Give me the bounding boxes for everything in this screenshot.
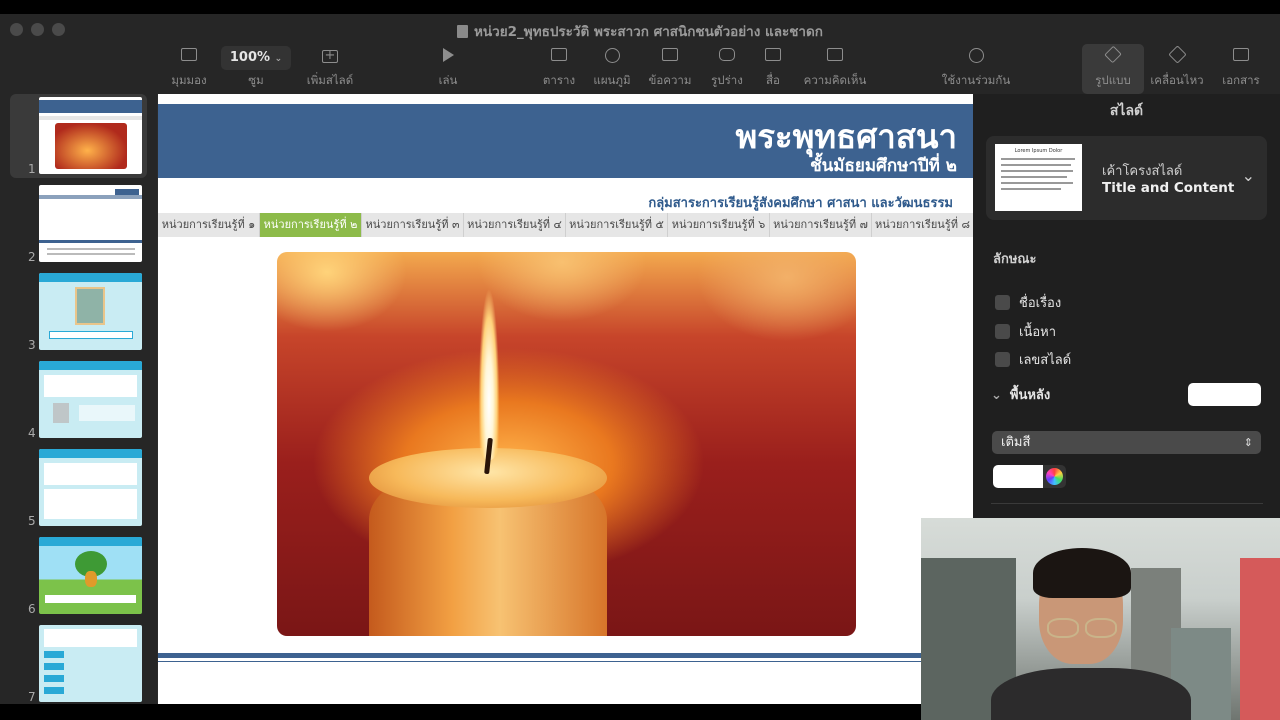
- chevron-down-icon: ⌄: [274, 54, 283, 64]
- paintbrush-icon: [1104, 45, 1122, 64]
- slide-thumbnail-2[interactable]: 2: [10, 182, 147, 266]
- window-title: หน่วย2_พุทธประวัติ พระสาวก ศาสนิกชนตัวอย…: [0, 20, 1280, 42]
- shape-button[interactable]: รูปร่าง: [706, 48, 748, 90]
- chevron-down-icon: ⌄: [991, 388, 1002, 403]
- slide-number-checkbox-row[interactable]: เลขสไลด์: [995, 349, 1071, 370]
- unit-tab-1[interactable]: หน่วยการเรียนรู้ที่ ๑: [158, 213, 260, 237]
- slide-preview: [39, 625, 142, 702]
- body-checkbox-row[interactable]: เนื้อหา: [995, 321, 1056, 342]
- webcam-overlay: [921, 518, 1280, 720]
- document-panel-icon: [1233, 48, 1249, 61]
- unit-tab-5[interactable]: หน่วยการเรียนรู้ที่ ๕: [566, 213, 668, 237]
- shape-icon: [719, 48, 735, 61]
- unit-tab-7[interactable]: หน่วยการเรียนรู้ที่ ๗: [770, 213, 872, 237]
- unit-tab-2[interactable]: หน่วยการเรียนรู้ที่ ๒: [260, 213, 362, 237]
- plus-square-icon: +: [322, 49, 338, 63]
- document-icon: [457, 25, 469, 38]
- slide-number-checkbox[interactable]: [995, 352, 1010, 367]
- unit-tab-3[interactable]: หน่วยการเรียนรู้ที่ ๓: [362, 213, 464, 237]
- view-button[interactable]: มุมมอง: [168, 48, 210, 90]
- collaborate-button[interactable]: ใช้งานร่วมกัน: [940, 48, 1012, 90]
- slide-thumbnail-4[interactable]: 4: [10, 358, 147, 442]
- color-wheel-icon: [1046, 468, 1063, 485]
- up-down-chevron-icon: ⇕: [1243, 436, 1253, 449]
- comment-icon: [827, 48, 843, 61]
- play-button[interactable]: เล่น: [430, 48, 466, 90]
- add-slide-button[interactable]: + เพิ่มสไลด์: [302, 48, 358, 90]
- animate-button[interactable]: เคลื่อนไหว: [1148, 45, 1206, 90]
- zoom-button[interactable]: 100% ⌄ ซูม: [220, 46, 292, 90]
- table-button[interactable]: ตาราง: [538, 48, 580, 90]
- toolbar: มุมมอง 100% ⌄ ซูม + เพิ่มสไลด์ เล่น ตารา…: [0, 44, 1280, 94]
- appearance-heading: ลักษณะ: [993, 252, 1037, 267]
- unit-tab-4[interactable]: หน่วยการเรียนรู้ที่ ๔: [464, 213, 566, 237]
- person-hair: [1033, 548, 1131, 598]
- layout-thumbnail: Lorem Ipsum Dolor: [995, 144, 1082, 211]
- sidebar-icon: [181, 48, 197, 61]
- media-button[interactable]: สื่อ: [758, 48, 788, 90]
- fill-color-well[interactable]: [993, 465, 1043, 488]
- slide-subtitle[interactable]: ชั้นมัธยมศึกษาปีที่ ๒: [810, 152, 957, 179]
- slide-preview: [39, 361, 142, 438]
- slide-thumbnail-5[interactable]: 5: [10, 446, 147, 530]
- slide-thumbnail-6[interactable]: 6: [10, 534, 147, 618]
- slide-thumbnail-1[interactable]: 1: [10, 94, 147, 178]
- chevron-down-icon: ⌄: [1241, 166, 1255, 185]
- format-button[interactable]: รูปแบบ: [1082, 44, 1144, 94]
- slide-header-band: พระพุทธศาสนา ชั้นมัธยมศึกษาปีที่ ๒: [158, 104, 973, 178]
- comment-button[interactable]: ความคิดเห็น: [800, 48, 870, 90]
- person-body: [991, 668, 1191, 720]
- slide-unit-navigation: หน่วยการเรียนรู้ที่ ๑ หน่วยการเรียนรู้ที…: [158, 213, 973, 237]
- play-icon: [442, 48, 454, 62]
- current-slide[interactable]: พระพุทธศาสนา ชั้นมัธยมศึกษาปีที่ ๒ กลุ่ม…: [158, 94, 973, 704]
- slide-layout-picker[interactable]: Lorem Ipsum Dolor เค้าโครงสไลด์ Title an…: [986, 136, 1267, 220]
- chart-button[interactable]: แผนภูมิ: [589, 48, 635, 90]
- table-icon: [551, 48, 567, 61]
- background-color-swatch[interactable]: [1188, 383, 1261, 406]
- slide-thumbnail-3[interactable]: 3: [10, 270, 147, 354]
- document-button[interactable]: เอกสาร: [1218, 48, 1264, 90]
- slide-subject-text[interactable]: กลุ่มสาระการเรียนรู้สังคมศึกษา ศาสนา และ…: [648, 192, 953, 213]
- color-picker-button[interactable]: [1043, 465, 1066, 488]
- title-checkbox[interactable]: [995, 295, 1010, 310]
- chart-icon: [604, 48, 620, 63]
- collaborate-icon: [968, 48, 984, 63]
- text-box-icon: [662, 48, 678, 61]
- slide-preview: [39, 185, 142, 262]
- slide-preview: [39, 537, 142, 614]
- text-button[interactable]: ข้อความ: [646, 48, 694, 90]
- slide-canvas[interactable]: พระพุทธศาสนา ชั้นมัธยมศึกษาปีที่ ๒ กลุ่ม…: [157, 94, 973, 704]
- divider: [991, 503, 1263, 504]
- title-bar: หน่วย2_พุทธประวัติ พระสาวก ศาสนิกชนตัวอย…: [0, 14, 1280, 44]
- background-section-toggle[interactable]: ⌄ พื้นหลัง: [991, 384, 1050, 405]
- slide-preview: [39, 273, 142, 350]
- title-checkbox-row[interactable]: ชื่อเรื่อง: [995, 292, 1061, 313]
- unit-tab-6[interactable]: หน่วยการเรียนรู้ที่ ๖: [668, 213, 770, 237]
- diamond-icon: [1167, 45, 1187, 64]
- unit-tab-8[interactable]: หน่วยการเรียนรู้ที่ ๘: [872, 213, 973, 237]
- footer-rule-thin: [158, 661, 973, 662]
- slide-preview: [39, 97, 142, 174]
- slide-navigator: 1 2 3 4 5 6 7: [0, 94, 157, 704]
- footer-rule-thick: [158, 653, 973, 658]
- candle-photo[interactable]: [277, 252, 856, 636]
- fill-type-select[interactable]: เติมสี ⇕: [992, 431, 1261, 454]
- glasses: [1043, 618, 1121, 638]
- body-checkbox[interactable]: [995, 324, 1010, 339]
- slide-preview: [39, 449, 142, 526]
- media-icon: [765, 48, 781, 61]
- slide-thumbnail-7[interactable]: 7: [10, 622, 147, 704]
- inspector-title: สไลด์: [1109, 103, 1144, 119]
